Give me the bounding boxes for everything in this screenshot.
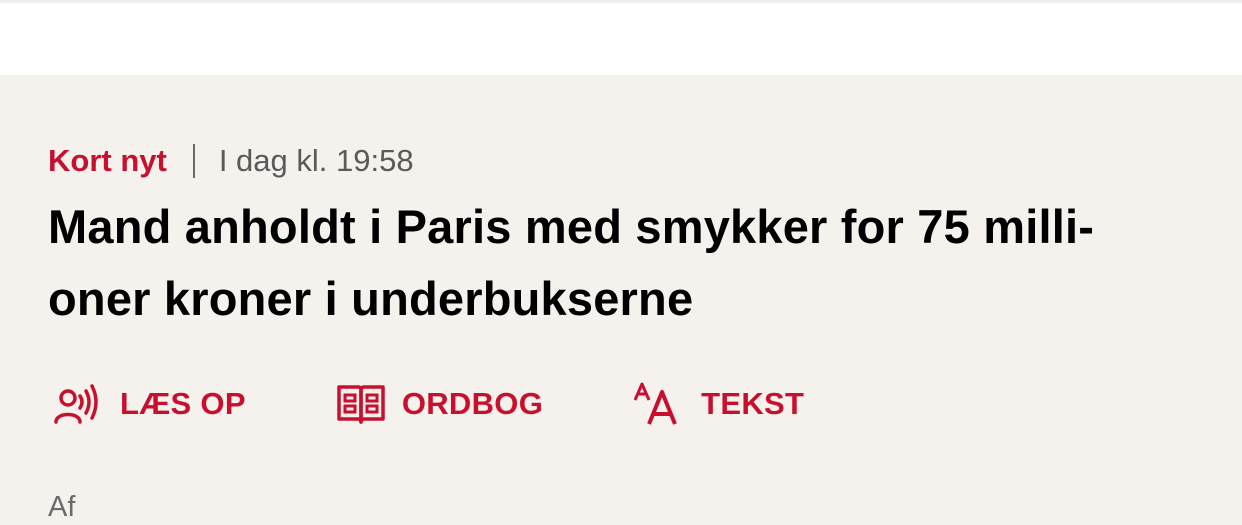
category-label[interactable]: Kort nyt xyxy=(48,143,167,179)
headline-line-1: Mand anholdt i Paris med smykker for 75 … xyxy=(48,200,1095,253)
text-size-icon xyxy=(633,382,681,426)
dictionary-label: ORDBOG xyxy=(401,386,544,421)
site-header-bar xyxy=(0,0,1242,75)
dictionary-book-icon xyxy=(336,382,386,426)
article-meta: Kort nyt I dag kl. 19:58 xyxy=(48,143,414,179)
read-aloud-button[interactable]: LÆS OP xyxy=(52,382,246,426)
byline: Af xyxy=(48,491,76,523)
text-size-button[interactable]: TEKST xyxy=(633,382,804,426)
dictionary-button[interactable]: ORDBOG xyxy=(336,382,543,426)
article-container: Kort nyt I dag kl. 19:58 Mand anholdt i … xyxy=(0,75,1242,523)
article-headline: Mand anholdt i Paris med smykker for 75 … xyxy=(48,191,1208,335)
read-aloud-icon xyxy=(52,382,100,426)
read-aloud-label: LÆS OP xyxy=(120,386,246,421)
article-toolbar: LÆS OP ORDBOG TEKST xyxy=(52,377,804,431)
headline-line-2: oner kroner i underbukserne xyxy=(48,272,694,325)
meta-divider xyxy=(192,144,195,178)
publish-timestamp: I dag kl. 19:58 xyxy=(218,143,414,178)
text-size-label: TEKST xyxy=(701,386,805,421)
